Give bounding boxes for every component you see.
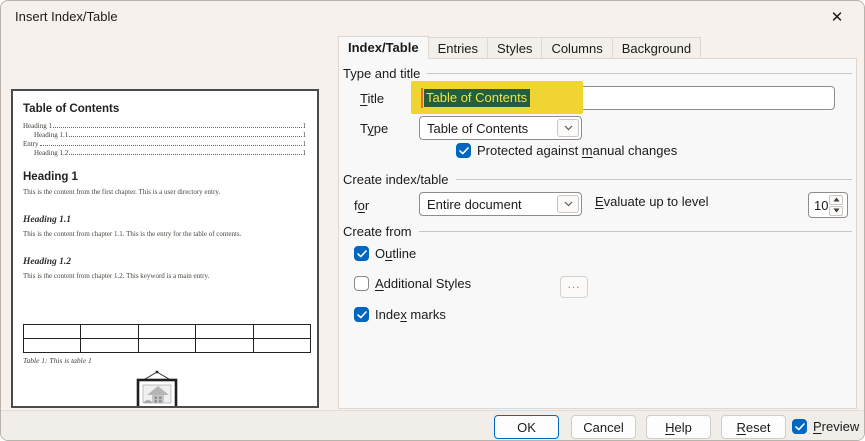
for-label: for (354, 198, 369, 213)
for-select[interactable]: Entire document (419, 192, 582, 216)
check-icon (357, 311, 367, 319)
close-icon: ✕ (831, 10, 844, 25)
selected-text: Table of Contents (424, 89, 530, 107)
section-body: This is the content from chapter 1.2. Th… (23, 272, 306, 280)
outline-checkbox-label: Outline (375, 246, 416, 261)
preview-checkbox[interactable]: Preview (792, 419, 859, 434)
preview-toc-title: Table of Contents (23, 103, 306, 115)
picture-frame-icon (131, 370, 183, 408)
close-button[interactable]: ✕ (818, 4, 856, 31)
reset-button[interactable]: Reset (721, 415, 786, 439)
spin-down-icon (833, 208, 840, 213)
group-legend: Type and title (343, 66, 420, 81)
additional-styles-checkbox-box[interactable] (354, 276, 369, 291)
group-type-and-title: Type and title (343, 66, 852, 81)
level-spinner-value: 10 (809, 198, 829, 213)
tab-styles[interactable]: Styles (488, 37, 542, 59)
toc-page-number: 1 (303, 149, 307, 157)
check-icon (795, 423, 805, 431)
tab-page-index-table: Type and title Title Table of Contents T… (338, 58, 857, 409)
chevron-down-icon (564, 125, 573, 131)
section-heading: Heading 1.1 (23, 215, 306, 225)
title-label: Title (360, 91, 384, 106)
check-icon (357, 250, 367, 258)
table-caption: Table 1: This is table 1 (23, 356, 306, 365)
section-body: This is the content from the first chapt… (23, 188, 306, 196)
checkbox-additional-styles[interactable]: Additional Styles (354, 276, 471, 291)
table-row (24, 325, 311, 339)
ok-button[interactable]: OK (494, 415, 559, 439)
group-divider (427, 73, 852, 74)
group-create-index: Create index/table (343, 172, 852, 187)
toc-entry-label: Heading 1 (23, 122, 52, 130)
spin-up-button[interactable] (829, 195, 843, 205)
toc-leader (69, 154, 301, 155)
toc-page-number: 1 (303, 140, 307, 148)
chevron-down-icon (564, 201, 573, 207)
toc-page-number: 1 (303, 122, 307, 130)
section-heading: Heading 1 (23, 171, 306, 183)
index-marks-checkbox-label: Index marks (375, 307, 446, 322)
toc-entry: Heading 1.2 1 (23, 149, 306, 158)
help-button[interactable]: Help (646, 415, 711, 439)
cancel-button[interactable]: Cancel (571, 415, 636, 439)
spinner-buttons (829, 195, 843, 216)
dialog-title: Insert Index/Table (15, 9, 118, 24)
preview-pane: Table of Contents Heading 1 1 Heading 1.… (11, 89, 319, 408)
toc-entry: Heading 1.1 1 (23, 131, 306, 140)
evaluate-level-label: Evaluate up to level (595, 194, 708, 209)
toc-leader (40, 145, 302, 146)
toc-leader (69, 136, 301, 137)
additional-styles-more-button[interactable]: ... (560, 276, 588, 298)
group-legend: Create index/table (343, 172, 449, 187)
tab-strip: Index/Table Entries Styles Columns Backg… (338, 36, 701, 59)
level-spinner[interactable]: 10 (808, 192, 848, 218)
toc-leader (53, 127, 302, 128)
tab-index-table[interactable]: Index/Table (338, 36, 429, 59)
tab-background[interactable]: Background (613, 37, 701, 59)
toc-entry: Heading 1 1 (23, 122, 306, 131)
group-create-from: Create from (343, 224, 852, 239)
toc-entry: Entry 1 (23, 140, 306, 149)
checkbox-index-marks[interactable]: Index marks (354, 307, 446, 322)
group-divider (419, 231, 852, 232)
additional-styles-checkbox-label: Additional Styles (375, 276, 471, 291)
toc-entry-label: Heading 1.2 (34, 149, 68, 157)
section-body: This is the content from chapter 1.1. Th… (23, 230, 306, 238)
toc-entry-label: Heading 1.1 (34, 131, 68, 139)
index-marks-checkbox-box[interactable] (354, 307, 369, 322)
for-dropdown-button[interactable] (557, 195, 579, 213)
section-heading: Heading 1.2 (23, 257, 306, 267)
outline-checkbox-box[interactable] (354, 246, 369, 261)
footer-bar: OK Cancel Help Reset Preview (1, 410, 865, 441)
checkbox-protected[interactable]: Protected against manual changes (456, 143, 677, 158)
protected-checkbox-label: Protected against manual changes (477, 143, 677, 158)
toc-page-number: 1 (303, 131, 307, 139)
tab-columns[interactable]: Columns (542, 37, 612, 59)
group-divider (456, 179, 852, 180)
type-dropdown-button[interactable] (557, 119, 579, 137)
type-select-value: Table of Contents (420, 121, 557, 136)
insert-index-table-dialog: Insert Index/Table ✕ Index/Table Entries… (0, 0, 865, 441)
spin-up-icon (833, 197, 840, 202)
for-select-value: Entire document (420, 197, 557, 212)
type-label: Type (360, 121, 388, 136)
tab-entries[interactable]: Entries (429, 37, 488, 59)
preview-image: Image 1: This is Image 1 (23, 370, 306, 408)
table-row (24, 339, 311, 353)
title-input[interactable]: Table of Contents (419, 86, 835, 110)
highlight-annotation: Table of Contents (411, 81, 583, 114)
toc-entry-label: Entry (23, 140, 39, 148)
titlebar: Insert Index/Table ✕ (1, 1, 864, 33)
preview-checkbox-label: Preview (813, 419, 859, 434)
spin-down-button[interactable] (829, 206, 843, 216)
preview-checkbox-box[interactable] (792, 419, 807, 434)
type-select[interactable]: Table of Contents (419, 116, 582, 140)
preview-table (23, 324, 311, 353)
protected-checkbox-box[interactable] (456, 143, 471, 158)
check-icon (459, 147, 469, 155)
checkbox-outline[interactable]: Outline (354, 246, 416, 261)
group-legend: Create from (343, 224, 412, 239)
text-caret (421, 88, 423, 108)
